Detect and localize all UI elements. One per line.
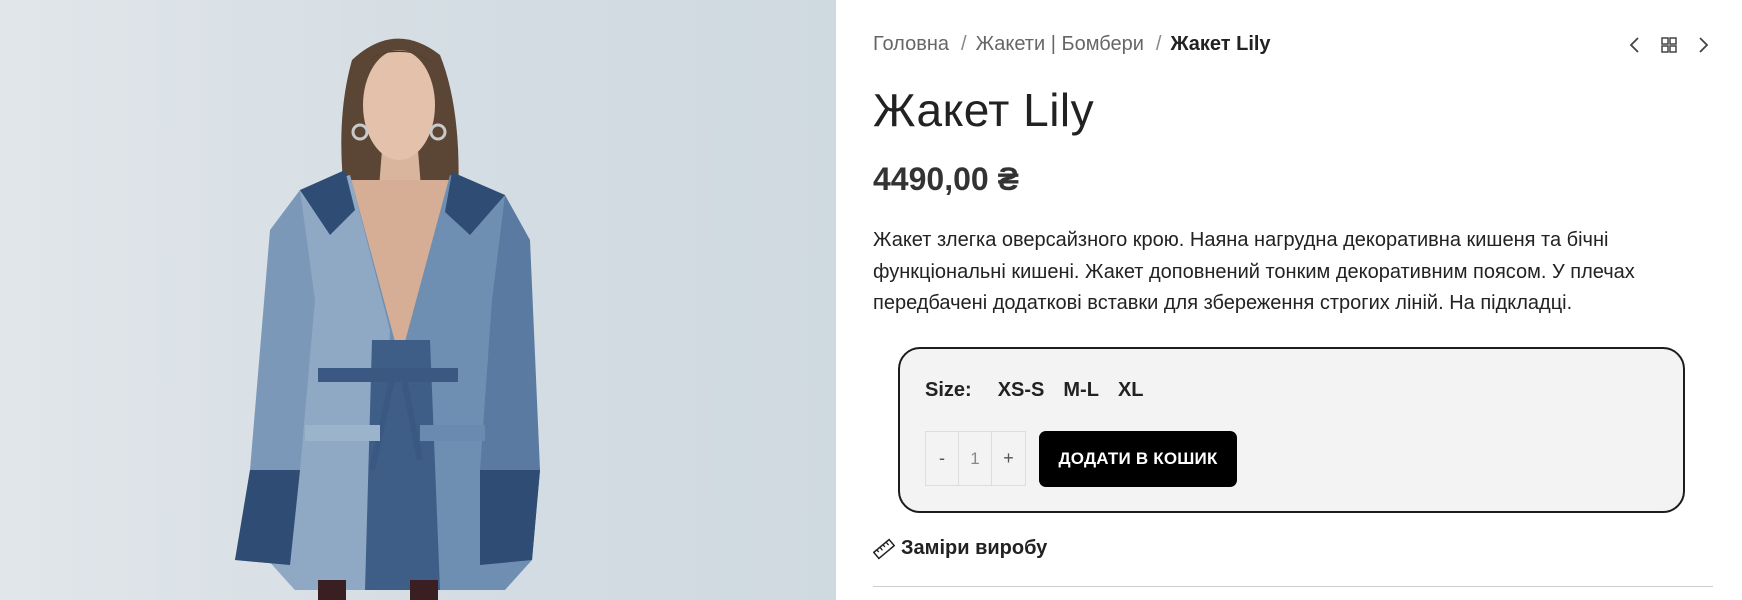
breadcrumb: Головна / Жакети | Бомбери / Жакет Lily	[873, 33, 1271, 56]
breadcrumb-category[interactable]: Жакети | Бомбери	[976, 33, 1144, 56]
product-description: Жакет злегка оверсайзного крою. Наяна на…	[873, 229, 1635, 314]
quantity-decrease-button[interactable]: -	[926, 432, 959, 485]
ruler-icon	[872, 537, 896, 560]
breadcrumb-separator: /	[1155, 33, 1162, 55]
size-option-m-l[interactable]: M-L	[1063, 379, 1099, 402]
product-photo-illustration	[235, 38, 540, 600]
add-to-cart-button[interactable]: ДОДАТИ В КОШИК	[1039, 431, 1237, 487]
size-option-xl[interactable]: XL	[1118, 379, 1144, 402]
product-info: Головна / Жакети | Бомбери / Жакет Lily …	[872, 0, 1713, 600]
add-to-cart-box: Size: XS-S M-L XL - 1 + ДОДАТИ В КОШИК	[898, 347, 1685, 513]
measurements-link[interactable]: Заміри виробу	[872, 537, 1048, 560]
size-label: Size:	[925, 379, 972, 401]
product-navigation	[1625, 35, 1713, 55]
grid-icon[interactable]	[1659, 35, 1679, 55]
measurements-label: Заміри виробу	[901, 537, 1048, 559]
chevron-right-icon[interactable]	[1693, 35, 1713, 55]
breadcrumb-current: Жакет Lily	[1170, 33, 1271, 55]
quantity-increase-button[interactable]: +	[992, 432, 1025, 485]
product-image[interactable]	[0, 0, 836, 600]
chevron-left-icon[interactable]	[1625, 35, 1645, 55]
breadcrumb-separator: /	[961, 33, 967, 55]
divider	[873, 586, 1713, 587]
size-selector: Size: XS-S M-L XL	[925, 379, 1163, 402]
size-option-xs-s[interactable]: XS-S	[998, 379, 1045, 402]
quantity-input[interactable]: 1	[959, 432, 992, 485]
product-price: 4490,00 ₴	[873, 161, 1019, 197]
product-title: Жакет Lily	[873, 84, 1095, 136]
quantity-stepper: - 1 +	[925, 431, 1026, 486]
breadcrumb-home[interactable]: Головна	[873, 33, 949, 56]
